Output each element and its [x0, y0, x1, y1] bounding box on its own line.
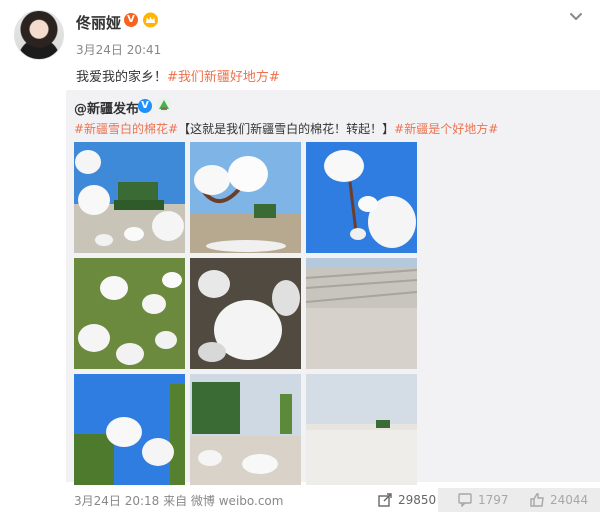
badge-icon	[156, 97, 172, 113]
post-text-body: 我爱我的家乡！	[76, 70, 168, 85]
photo-cotton-plant-sky[interactable]	[74, 374, 185, 485]
retweet-username[interactable]: @新疆发布	[74, 98, 139, 117]
hashtag-link[interactable]: #我们新疆好地方#	[167, 70, 280, 85]
hashtag-link[interactable]: #新疆雪白的棉花#	[74, 122, 178, 136]
retweet-text: #新疆雪白的棉花#【这就是我们新疆雪白的棉花！转起！】#新疆是个好地方#	[74, 120, 498, 137]
hashtag-link[interactable]: #新疆是个好地方#	[394, 122, 498, 136]
verified-blue-icon: V	[138, 99, 152, 113]
post-username[interactable]: 佟丽娅	[76, 12, 121, 33]
chevron-down-icon[interactable]	[568, 8, 584, 24]
post-text: 我爱我的家乡！#我们新疆好地方#	[76, 66, 280, 85]
crown-icon	[143, 12, 158, 28]
verified-badge-icon: V	[124, 13, 138, 27]
retweet-text-body: 【这就是我们新疆雪白的棉花！转起！】	[178, 122, 395, 136]
photo-cotton-harvester-field[interactable]	[190, 374, 301, 485]
avatar[interactable]	[14, 10, 64, 60]
photo-cotton-blue-sky[interactable]	[306, 142, 417, 253]
photo-cotton-field-rows[interactable]	[306, 258, 417, 369]
share-icon	[378, 493, 392, 507]
photo-cotton-plants[interactable]	[74, 258, 185, 369]
post-timestamp[interactable]: 3月24日 20:41	[76, 41, 161, 58]
photo-cotton-macro[interactable]	[190, 258, 301, 369]
photo-grid	[74, 142, 419, 485]
photo-cotton-boll-field[interactable]	[190, 142, 301, 253]
footer-timestamp-source[interactable]: 3月24日 20:18 来自 微博 weibo.com	[74, 492, 283, 509]
weibo-post-card: 佟丽娅 V 3月24日 20:41 我爱我的家乡！#我们新疆好地方# @新疆发布…	[0, 0, 600, 517]
share-count: 29850	[398, 493, 437, 507]
watermark-overlay	[438, 488, 600, 512]
photo-cotton-field-horizon[interactable]	[306, 374, 417, 485]
photo-cotton-harvester[interactable]	[74, 142, 185, 253]
retweet-block: @新疆发布 V #新疆雪白的棉花#【这就是我们新疆雪白的棉花！转起！】#新疆是个…	[66, 90, 600, 485]
